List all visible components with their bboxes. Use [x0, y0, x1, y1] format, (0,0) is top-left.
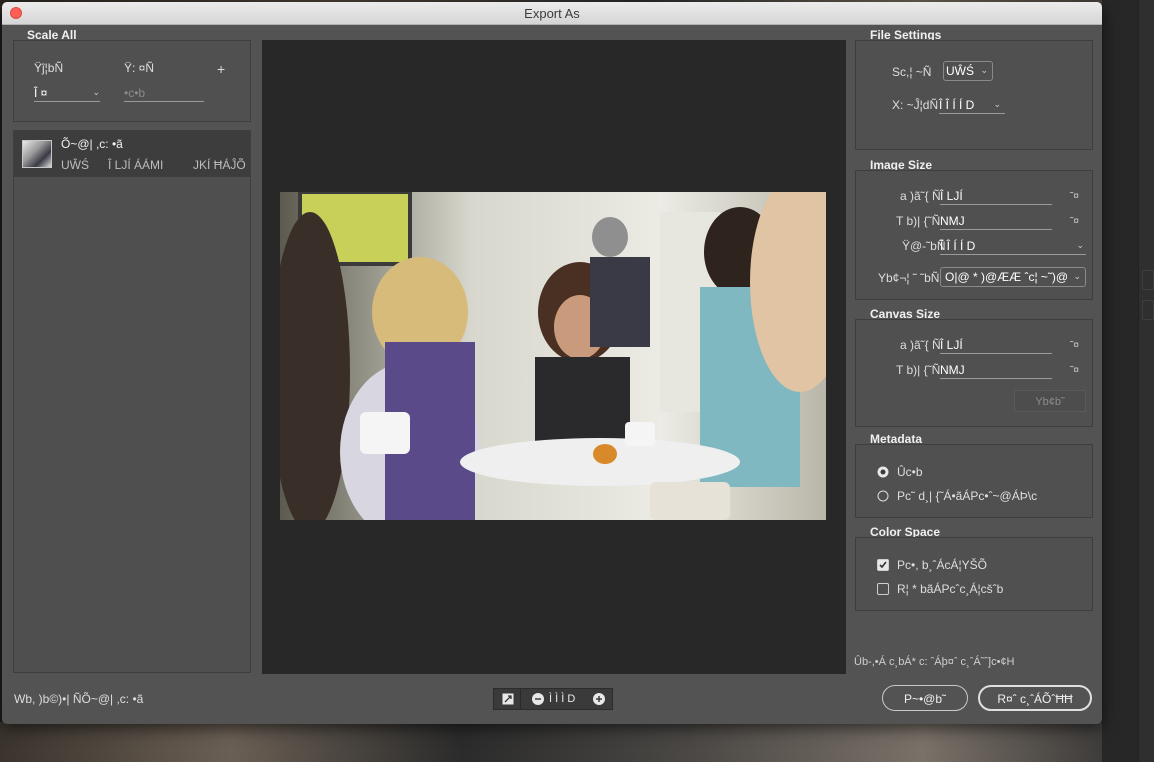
asset-list: Õ~@| ,c: •ã UŴŚ Î LJÍ ÁÁMI JKÍ ĦÁĴÕ	[13, 130, 251, 673]
format-label: Sc,¦ ~Ñ	[892, 65, 932, 79]
asset-name: Õ~@| ,c: •ã	[61, 137, 123, 151]
image-height-input[interactable]: NMJ	[940, 214, 1052, 230]
footer-note-link[interactable]: Ûb-,•Á c¸bÁ* c: ˆÁþ¤ˆ c¸ˆÁ˜ˆ]c•¢H	[854, 656, 1015, 668]
preview-photo	[280, 192, 826, 520]
preview-area	[262, 40, 846, 674]
color-space-panel: Pc•, b¸ˆÁcÁ¦YŠÕ R¦ * bãÁPcˆc¸Á¦cšˆb	[855, 537, 1093, 611]
metadata-panel: Ûc•b Pc˜ d¸| {˜Á•ãÁPc•ˆ~@ÁÞ\c	[855, 444, 1093, 518]
image-height-unit: ˜¤	[1070, 216, 1079, 227]
scale-select[interactable]: Î Î Í Í D ⌄	[940, 239, 1086, 255]
background-image-bottom	[0, 722, 1154, 762]
zoom-bar: Ì Ì Ì D	[493, 688, 613, 710]
chevron-down-icon: ⌄	[980, 65, 988, 75]
checkbox-checked-icon[interactable]	[877, 559, 889, 571]
resample-select-value: O|@ * )@ÆÆ ˆc¦ ~˜)@	[945, 270, 1069, 284]
format-select-value: UŴŚ	[946, 64, 974, 78]
image-width-label: a )ã˜{ Ñ	[900, 189, 941, 203]
resample-select[interactable]: O|@ * )@ÆÆ ˆc¦ ~˜)@ ⌄	[940, 267, 1086, 287]
quality-label: X: ~Ĵ¦dÑ	[892, 98, 939, 112]
asset-filesize: JKÍ ĦÁĴÕ	[193, 158, 246, 172]
background-panel-control	[1142, 300, 1154, 320]
cancel-button[interactable]: P~•@b˜	[882, 685, 968, 711]
canvas-height-label: T b)| {˜Ñ	[896, 363, 941, 377]
export-button[interactable]: R¤ˆ c¸ˆÁÕˆĦĦ	[978, 685, 1092, 711]
asset-row[interactable]: Õ~@| ,c: •ã UŴŚ Î LJÍ ÁÁMI JKÍ ĦÁĴÕ	[14, 131, 250, 177]
canvas-reset-button[interactable]: Yb¢b˜	[1014, 390, 1086, 412]
export-as-dialog: Export As Scale All Ÿĵ¦bÑ Ÿ: ¤Ñ + Î ¤ ⌄ …	[2, 2, 1102, 724]
preview-photo-image	[280, 192, 826, 520]
quality-select[interactable]: Î Î Í Í D ⌄	[939, 98, 1005, 114]
zoom-out-icon[interactable]	[532, 693, 544, 705]
canvas-width-input[interactable]: Î LJÍ	[940, 338, 1052, 354]
asset-thumbnail	[22, 140, 52, 168]
scale-select-value: Î Î Í Í D	[940, 239, 976, 253]
background-panel-control	[1142, 270, 1154, 290]
window-title: Export As	[524, 6, 580, 21]
zoom-in-icon[interactable]	[593, 693, 605, 705]
asset-format: UŴŚ	[61, 158, 89, 172]
size-select[interactable]: Î ¤ ⌄	[34, 86, 100, 102]
resample-label: Yb¢¬¦ ˜ ˜bÑ	[878, 271, 940, 285]
embed-profile-label: R¦ * bãÁPcˆc¸Á¦cšˆb	[897, 582, 1004, 596]
canvas-height-input[interactable]: NMJ	[940, 363, 1052, 379]
checkbox-unchecked-icon[interactable]	[877, 583, 889, 595]
metadata-copyright-label: Pc˜ d¸| {˜Á•ãÁPc•ˆ~@ÁÞ\c	[897, 489, 1038, 503]
chevron-down-icon: ⌄	[92, 87, 100, 97]
zoom-divider	[520, 689, 521, 709]
zoom-value: Ì Ì Ì D	[549, 693, 576, 705]
image-size-panel: a )ã˜{ Ñ Î LJÍ ˜¤ T b)| {˜Ñ NMJ ˜¤ Ÿ@-˜b…	[855, 170, 1093, 300]
background-app-panel	[1102, 0, 1154, 762]
scale-label: Ÿ@-˜bÑ	[902, 239, 946, 253]
image-width-input[interactable]: Î LJÍ	[940, 189, 1052, 205]
chevron-down-icon: ⌄	[1073, 271, 1081, 281]
canvas-width-label: a )ã˜{ Ñ	[900, 338, 941, 352]
file-settings-panel: Sc,¦ ~Ñ UŴŚ ⌄ X: ~Ĵ¦dÑ Î Î Í Í D ⌄	[855, 40, 1093, 150]
chevron-down-icon: ⌄	[1076, 240, 1084, 250]
plus-icon[interactable]: +	[217, 61, 225, 77]
asset-dimensions: Î LJÍ ÁÁMI	[108, 158, 164, 172]
title-bar: Export As	[2, 2, 1102, 25]
size-column-label: Ÿĵ¦bÑ	[34, 61, 64, 75]
quality-select-value: Î Î Í Í D	[939, 98, 975, 112]
format-select[interactable]: UŴŚ ⌄	[943, 61, 993, 81]
scale-all-panel: Ÿĵ¦bÑ Ÿ: ¤Ñ + Î ¤ ⌄ •c•b	[13, 40, 251, 122]
size-select-value: Î ¤	[34, 86, 48, 100]
canvas-height-unit: ˜¤	[1070, 365, 1079, 376]
radio-selected-icon[interactable]	[877, 466, 889, 478]
chevron-down-icon: ⌄	[993, 99, 1001, 109]
image-height-label: T b)| {˜Ñ	[896, 214, 941, 228]
fit-to-screen-icon[interactable]	[502, 693, 514, 705]
canvas-width-unit: ˜¤	[1070, 340, 1079, 351]
metadata-none-label: Ûc•b	[897, 465, 923, 479]
background-panel-strip	[1138, 0, 1154, 762]
image-width-unit: ˜¤	[1070, 191, 1079, 202]
radio-unselected-icon[interactable]	[877, 490, 889, 502]
suffix-column-label: Ÿ: ¤Ñ	[124, 61, 155, 75]
status-text: Wb, )b©)•| ÑÕ~@| ,c: •ã	[14, 692, 144, 706]
convert-srgb-label: Pc•, b¸ˆÁcÁ¦YŠÕ	[897, 558, 988, 572]
suffix-input[interactable]: •c•b	[124, 86, 204, 102]
